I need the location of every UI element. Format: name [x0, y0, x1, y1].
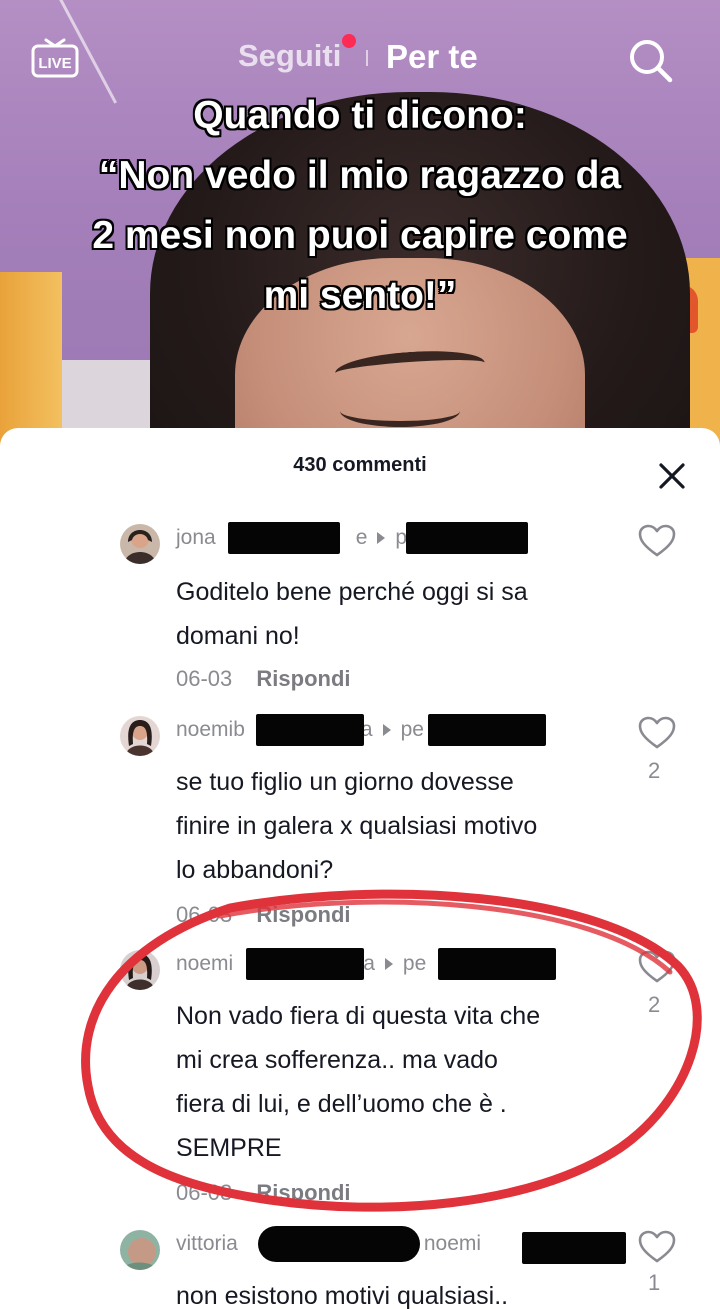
comment-text-line: Goditelo bene perché oggi si sa — [176, 578, 528, 606]
reply-arrow-icon — [382, 724, 391, 737]
redaction-bar — [258, 1226, 420, 1262]
caption-line: 2 mesi non puoi capire come — [92, 214, 628, 257]
heart-icon[interactable] — [638, 716, 678, 754]
redaction-bar — [428, 714, 546, 746]
heart-icon[interactable] — [638, 950, 678, 988]
comment-text-line: Non vado fiera di questa vita che — [176, 1002, 541, 1030]
redaction-bar — [406, 522, 528, 554]
video-frame[interactable]: LIVE Seguiti Per te Quando ti dicono: “N… — [0, 0, 720, 470]
comment-username-tail: a — [363, 952, 375, 975]
redaction-bar — [522, 1232, 626, 1264]
redaction-bar — [438, 948, 556, 980]
comment-text-line: SEMPRE — [176, 1134, 282, 1162]
comment-text-line: mi crea sofferenza.. ma vado — [176, 1046, 498, 1074]
comment-text-line: lo abbandoni? — [176, 856, 334, 884]
caption-line: mi sento!” — [263, 274, 457, 317]
feed-tabs: Seguiti Per te — [0, 34, 720, 78]
comment-text: non esistono motivi qualsiasi.. — [176, 1274, 626, 1309]
heart-icon[interactable] — [638, 524, 678, 562]
close-icon[interactable] — [652, 456, 692, 496]
tab-for-you[interactable]: Per te — [386, 38, 478, 76]
caption-line: Quando ti dicono: — [193, 94, 527, 137]
person-eye — [340, 395, 460, 427]
tab-divider — [366, 50, 368, 66]
comment-text: se tuo figlio un giorno dovesse finire i… — [176, 760, 626, 892]
reply-to-user[interactable]: noemi — [424, 1232, 481, 1255]
avatar[interactable] — [120, 1230, 160, 1270]
comments-count: 430 commenti — [293, 454, 427, 476]
like-count: 1 — [648, 1270, 661, 1295]
comment-footer: 06-03 Rispondi — [176, 666, 351, 692]
comment-username[interactable]: vittoria — [176, 1232, 238, 1255]
comment-text-line: non esistono motivi qualsiasi.. — [176, 1282, 509, 1309]
search-icon[interactable] — [626, 36, 674, 84]
video-caption: Quando ti dicono: “Non vedo il mio ragaz… — [0, 86, 720, 326]
caption-line: “Non vedo il mio ragazzo da — [98, 154, 622, 197]
comments-sheet: 430 commenti jona e pe Goditelo bene perch… — [0, 428, 720, 1309]
like-count: 2 — [648, 992, 661, 1017]
comment-date: 06-03 — [176, 666, 233, 691]
tab-following[interactable]: Seguiti — [238, 38, 341, 74]
comment-username[interactable]: noemib — [176, 718, 245, 741]
reply-button[interactable]: Rispondi — [256, 666, 350, 691]
comment-text: Goditelo bene perché oggi si sa domani n… — [176, 570, 626, 658]
comment-text-line: domani no! — [176, 622, 300, 650]
comment-text-line: fiera di lui, e dell’uomo che è . — [176, 1090, 507, 1118]
notification-dot — [342, 34, 356, 48]
comment-footer: 06-03 Rispondi — [176, 1180, 351, 1206]
avatar[interactable] — [120, 524, 160, 564]
redaction-bar — [228, 522, 340, 554]
comment-text-line: se tuo figlio un giorno dovesse — [176, 768, 514, 796]
avatar[interactable] — [120, 716, 160, 756]
heart-icon[interactable] — [638, 1230, 678, 1268]
redaction-bar — [256, 714, 364, 746]
avatar[interactable] — [120, 950, 160, 990]
comment-username-tail: e — [355, 526, 368, 549]
comment-text: Non vado fiera di questa vita che mi cre… — [176, 994, 626, 1170]
like-count: 2 — [648, 758, 661, 783]
comment-text-line: finire in galera x qualsiasi motivo — [176, 812, 538, 840]
comment-date: 06-03 — [176, 1180, 233, 1205]
reply-arrow-icon — [384, 958, 393, 971]
comment-footer: 06-03 Rispondi — [176, 902, 351, 928]
reply-to-user[interactable]: pe — [403, 952, 426, 975]
comment-username[interactable]: jona — [176, 526, 216, 549]
reply-button[interactable]: Rispondi — [256, 902, 350, 927]
reply-button[interactable]: Rispondi — [256, 1180, 350, 1205]
redaction-bar — [246, 948, 364, 980]
comment-date: 06-03 — [176, 902, 233, 927]
comment-username[interactable]: noemi — [176, 952, 233, 975]
reply-to-user[interactable]: pe — [401, 718, 424, 741]
reply-arrow-icon — [377, 532, 386, 545]
